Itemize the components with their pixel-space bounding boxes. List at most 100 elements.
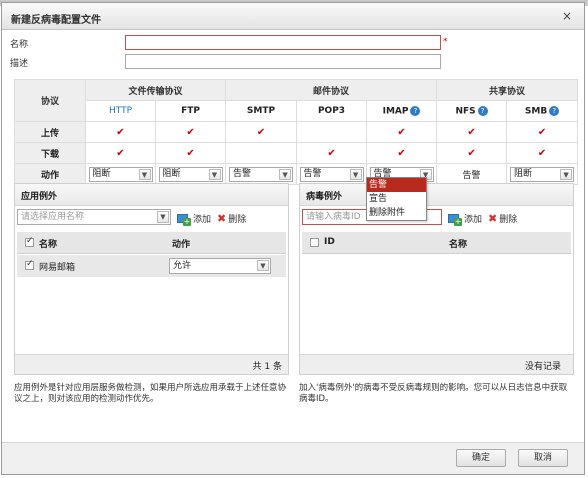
check-icon[interactable]: ✔ [257, 127, 265, 138]
check-icon[interactable]: ✔ [538, 127, 546, 138]
action-smb-select[interactable]: 阻断 ▼ [510, 166, 575, 182]
app-col-name: 名称 [39, 240, 58, 250]
check-icon[interactable]: ✔ [116, 127, 124, 138]
check-icon[interactable]: ✔ [186, 148, 194, 159]
app-row-name: 网易邮箱 [39, 263, 76, 273]
virus-id-placeholder: 请输入病毒ID [306, 212, 361, 222]
col-pop3-label: POP3 [317, 106, 346, 116]
app-delete-label: 删除 [228, 215, 247, 225]
upload-http[interactable]: ✔ [85, 121, 156, 143]
action-nfs-value: 告警 [436, 163, 508, 185]
virus-delete-label: 删除 [499, 215, 518, 225]
action-http-cell: 阻断 ▼ [85, 163, 156, 185]
protocol-table: 协议 文件传输协议 邮件协议 共享协议 HTTP FTP SMTP POP3 I… [14, 79, 579, 185]
required-mark: * [443, 37, 448, 47]
chevron-down-icon[interactable]: ▼ [349, 168, 362, 180]
upload-smb[interactable]: ✔ [506, 121, 579, 143]
chevron-down-icon[interactable]: ▼ [257, 260, 269, 271]
action-ftp-select[interactable]: 阻断 ▼ [158, 166, 223, 182]
col-pop3: POP3 [296, 100, 368, 122]
col-nfs-label: NFS [455, 106, 476, 117]
delete-icon: ✖ [488, 212, 498, 225]
action-row-label: 动作 [14, 163, 86, 185]
download-smtp [225, 142, 298, 164]
download-pop3[interactable]: ✔ [296, 142, 368, 164]
upload-smtp[interactable]: ✔ [225, 121, 298, 143]
action-smb-cell: 阻断 ▼ [506, 163, 579, 185]
action-ftp-cell: 阻断 ▼ [154, 163, 227, 185]
antivirus-profile-dialog: 新建反病毒配置文件 × 名称 * 描述 协议 文件传输协议 邮件协议 共享协议 … [1, 2, 585, 475]
chevron-down-icon[interactable]: ▼ [157, 211, 169, 223]
action-pop3-value: 告警 [303, 168, 322, 179]
action-smtp-cell: 告警 ▼ [225, 163, 298, 185]
app-add-label: 添加 [193, 215, 212, 225]
check-icon[interactable]: ✔ [116, 148, 124, 159]
virus-exception-title: 病毒例外 [300, 184, 573, 206]
col-smtp: SMTP [225, 100, 298, 122]
virus-grid-footer: 没有记录 [300, 354, 573, 374]
delete-icon: ✖ [217, 212, 227, 225]
action-smtp-select[interactable]: 告警 ▼ [229, 166, 294, 182]
chevron-down-icon[interactable]: ▼ [208, 168, 221, 180]
virus-grid-header: ID 名称 [302, 232, 571, 254]
close-icon[interactable]: × [562, 9, 572, 23]
download-imap[interactable]: ✔ [366, 142, 438, 164]
upload-ftp[interactable]: ✔ [154, 121, 227, 143]
action-http-select[interactable]: 阻断 ▼ [88, 166, 153, 182]
virus-add-label: 添加 [464, 215, 483, 225]
cancel-button[interactable]: 取消 [518, 449, 568, 467]
check-icon[interactable]: ✔ [538, 148, 546, 159]
nfs-help-icon[interactable]: ? [477, 105, 488, 116]
chevron-down-icon[interactable]: ▼ [279, 168, 292, 180]
app-add-button[interactable]: 添加 [177, 212, 212, 226]
col-smb: SMB? [506, 100, 579, 122]
action-smb-value: 阻断 [514, 168, 533, 179]
action-pop3-select[interactable]: 告警 ▼ [299, 166, 364, 182]
action-http-value: 阻断 [92, 168, 111, 179]
col-http[interactable]: HTTP [85, 100, 156, 122]
app-name-select[interactable]: 请选择应用名称 ▼ [17, 209, 171, 225]
chevron-down-icon[interactable]: ▼ [138, 168, 151, 180]
check-icon[interactable]: ✔ [186, 127, 194, 138]
description-input[interactable] [125, 54, 441, 69]
smb-help-icon[interactable]: ? [549, 105, 560, 116]
ok-button[interactable]: 确定 [456, 449, 506, 467]
download-smb[interactable]: ✔ [506, 142, 579, 164]
virus-add-button[interactable]: 添加 [448, 212, 483, 226]
file-transfer-group: 文件传输协议 [84, 79, 227, 101]
col-http-label[interactable]: HTTP [109, 106, 132, 116]
app-row-action-select[interactable]: 允许 ▼ [169, 258, 271, 274]
virus-col-id: ID [324, 237, 335, 247]
chevron-down-icon[interactable]: ▼ [560, 168, 573, 180]
col-smtp-label: SMTP [246, 106, 276, 116]
row-checkbox[interactable] [25, 259, 34, 270]
app-col-action: 动作 [172, 240, 191, 250]
check-icon[interactable]: ✔ [467, 127, 475, 138]
download-nfs[interactable]: ✔ [436, 142, 508, 164]
upload-nfs[interactable]: ✔ [436, 121, 508, 143]
menu-item-alert[interactable]: 告警 [367, 178, 426, 192]
share-group: 共享协议 [436, 79, 579, 101]
imap-help-icon[interactable]: ? [410, 105, 421, 116]
check-icon[interactable]: ✔ [397, 148, 405, 159]
protocol-header: 协议 [14, 79, 86, 122]
download-http[interactable]: ✔ [85, 142, 156, 164]
name-input[interactable] [125, 35, 441, 50]
check-icon[interactable]: ✔ [327, 148, 335, 159]
col-ftp: FTP [154, 100, 227, 122]
upload-imap[interactable]: ✔ [366, 121, 438, 143]
check-icon[interactable]: ✔ [467, 148, 475, 159]
mail-group: 邮件协议 [225, 79, 438, 101]
app-select-all-checkbox[interactable] [25, 236, 34, 247]
menu-item-delete-attachment[interactable]: 删除附件 [367, 206, 426, 220]
app-exception-note: 应用例外是针对应用层服务做检测，如果用户所选应用承载于上述任意协议之上，则对该应… [14, 383, 287, 404]
virus-select-all-checkbox[interactable] [310, 238, 319, 247]
virus-exception-note: 加入'病毒例外'的病毒不受反病毒规则的影响。您可以从日志信息中获取病毒ID。 [299, 383, 568, 404]
app-delete-button[interactable]: ✖ 删除 [217, 212, 246, 225]
menu-item-announce[interactable]: 宣告 [367, 192, 426, 206]
table-row[interactable]: 网易邮箱 允许 ▼ [17, 255, 286, 277]
download-ftp[interactable]: ✔ [154, 142, 227, 164]
check-icon[interactable]: ✔ [397, 127, 405, 138]
app-grid-footer: 共 1 条 [15, 354, 288, 374]
virus-delete-button[interactable]: ✖ 删除 [488, 212, 517, 225]
